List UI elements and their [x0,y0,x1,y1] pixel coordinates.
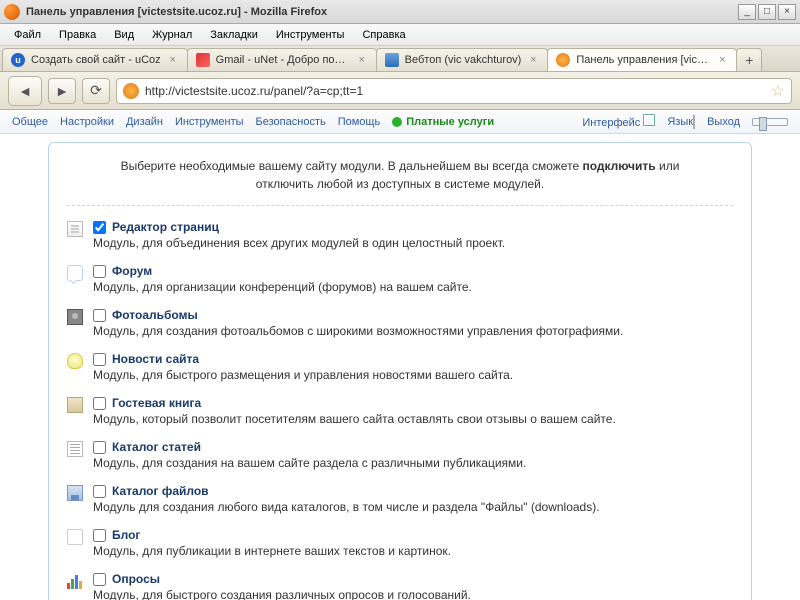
module-checkbox[interactable] [93,309,106,322]
cp-logout[interactable]: Выход [707,116,740,128]
close-icon[interactable]: × [167,54,179,66]
url-input[interactable] [145,84,765,98]
module-polls: Опросы Модуль, для быстрого создания раз… [67,572,733,600]
module-title: Гостевая книга [112,396,201,410]
cp-help[interactable]: Помощь [338,116,381,128]
module-description: Модуль, для быстрого размещения и управл… [93,368,733,382]
forward-button[interactable]: ► [48,78,76,104]
module-panel: Выберите необходимые вашему сайту модули… [48,142,752,600]
tab-gmail[interactable]: Gmail - uNet - Добро пожа… × [187,48,377,71]
module-page-editor: Редактор страниц Модуль, для объединения… [67,220,733,250]
module-checkbox[interactable] [93,485,106,498]
module-checkbox[interactable] [93,353,106,366]
ucoz-panel-icon [556,53,570,67]
cp-language[interactable]: Язык [667,116,695,128]
module-title: Форум [112,264,152,278]
back-button[interactable]: ◄ [8,76,42,106]
module-checkbox[interactable] [93,441,106,454]
poll-icon [67,573,83,589]
cp-tools[interactable]: Инструменты [175,116,244,128]
ucoz-icon: u [11,53,25,67]
maximize-button[interactable]: □ [758,4,776,20]
module-title: Новости сайта [112,352,199,366]
browser-navbar: ◄ ► ⟳ ☆ [0,72,800,110]
close-icon[interactable]: × [527,54,539,66]
module-title: Опросы [112,572,160,586]
window-titlebar: Панель управления [victestsite.ucoz.ru] … [0,0,800,24]
articles-icon [67,441,83,457]
module-checkbox[interactable] [93,573,106,586]
webtop-icon [385,53,399,67]
book-icon [67,397,83,413]
tab-strip: u Создать свой сайт - uCoz × Gmail - uNe… [0,46,800,72]
minimize-button[interactable]: _ [738,4,756,20]
new-tab-button[interactable]: + [736,48,762,71]
close-icon[interactable]: × [716,54,728,66]
control-panel-nav: Общее Настройки Дизайн Инструменты Безоп… [0,110,800,134]
module-description: Модуль, для создания фотоальбомов с широ… [93,324,733,338]
page-content: Общее Настройки Дизайн Инструменты Безоп… [0,110,800,600]
module-description: Модуль, для публикации в интернете ваших… [93,544,733,558]
forum-icon [67,265,83,281]
module-title: Блог [112,528,140,542]
module-files: Каталог файлов Модуль для создания любог… [67,484,733,514]
close-button[interactable]: × [778,4,796,20]
firefox-icon [4,4,20,20]
menu-bookmarks[interactable]: Закладки [202,27,266,43]
disk-icon [67,485,83,501]
site-favicon [123,83,139,99]
interface-toggle-icon [643,114,655,126]
module-description: Модуль, который позволит посетителям ваш… [93,412,733,426]
tab-webtop[interactable]: Вебтоп (vic vakchturov) × [376,48,549,71]
module-description: Модуль, для создания на вашем сайте разд… [93,456,733,470]
module-list: Редактор страниц Модуль, для объединения… [67,220,733,600]
menu-help[interactable]: Справка [354,27,413,43]
address-bar[interactable]: ☆ [116,78,792,104]
module-checkbox[interactable] [93,397,106,410]
photo-icon [67,309,83,325]
russia-flag-icon [693,115,695,129]
window-title: Панель управления [victestsite.ucoz.ru] … [26,6,738,18]
module-news: Новости сайта Модуль, для быстрого разме… [67,352,733,382]
menu-history[interactable]: Журнал [144,27,200,43]
cp-paid-services[interactable]: Платные услуги [392,116,494,128]
cp-interface[interactable]: Интерфейс [582,114,655,129]
module-forum: Форум Модуль, для организации конференци… [67,264,733,294]
tab-ucoz[interactable]: u Создать свой сайт - uCoz × [2,48,188,71]
cp-security[interactable]: Безопасность [256,116,326,128]
module-description: Модуль, для быстрого создания различных … [93,588,733,600]
module-checkbox[interactable] [93,221,106,234]
module-photoalbums: Фотоальбомы Модуль, для создания фотоаль… [67,308,733,338]
intro-text: Выберите необходимые вашему сайту модули… [67,157,733,206]
cp-design[interactable]: Дизайн [126,116,163,128]
module-guestbook: Гостевая книга Модуль, который позволит … [67,396,733,426]
page-editor-icon [67,221,83,237]
module-description: Модуль, для организации конференций (фор… [93,280,733,294]
module-description: Модуль, для объединения всех других моду… [93,236,733,250]
reload-button[interactable]: ⟳ [82,78,110,104]
module-title: Фотоальбомы [112,308,198,322]
module-checkbox[interactable] [93,529,106,542]
module-blog: Блог Модуль, для публикации в интернете … [67,528,733,558]
module-title: Редактор страниц [112,220,219,234]
menu-view[interactable]: Вид [106,27,142,43]
module-description: Модуль для создания любого вида каталого… [93,500,733,514]
menu-file[interactable]: Файл [6,27,49,43]
module-checkbox[interactable] [93,265,106,278]
menu-tools[interactable]: Инструменты [268,27,353,43]
tab-control-panel[interactable]: Панель управления [victe… × [547,48,737,71]
module-title: Каталог файлов [112,484,209,498]
browser-menubar: Файл Правка Вид Журнал Закладки Инструме… [0,24,800,46]
cp-settings[interactable]: Настройки [60,116,114,128]
blog-icon [67,529,83,545]
bookmark-star-icon[interactable]: ☆ [771,81,785,101]
module-title: Каталог статей [112,440,201,454]
lightbulb-icon [67,353,83,369]
gmail-icon [196,53,210,67]
close-icon[interactable]: × [356,54,368,66]
menu-edit[interactable]: Правка [51,27,104,43]
module-articles: Каталог статей Модуль, для создания на в… [67,440,733,470]
cp-general[interactable]: Общее [12,116,48,128]
width-slider[interactable] [752,118,788,126]
